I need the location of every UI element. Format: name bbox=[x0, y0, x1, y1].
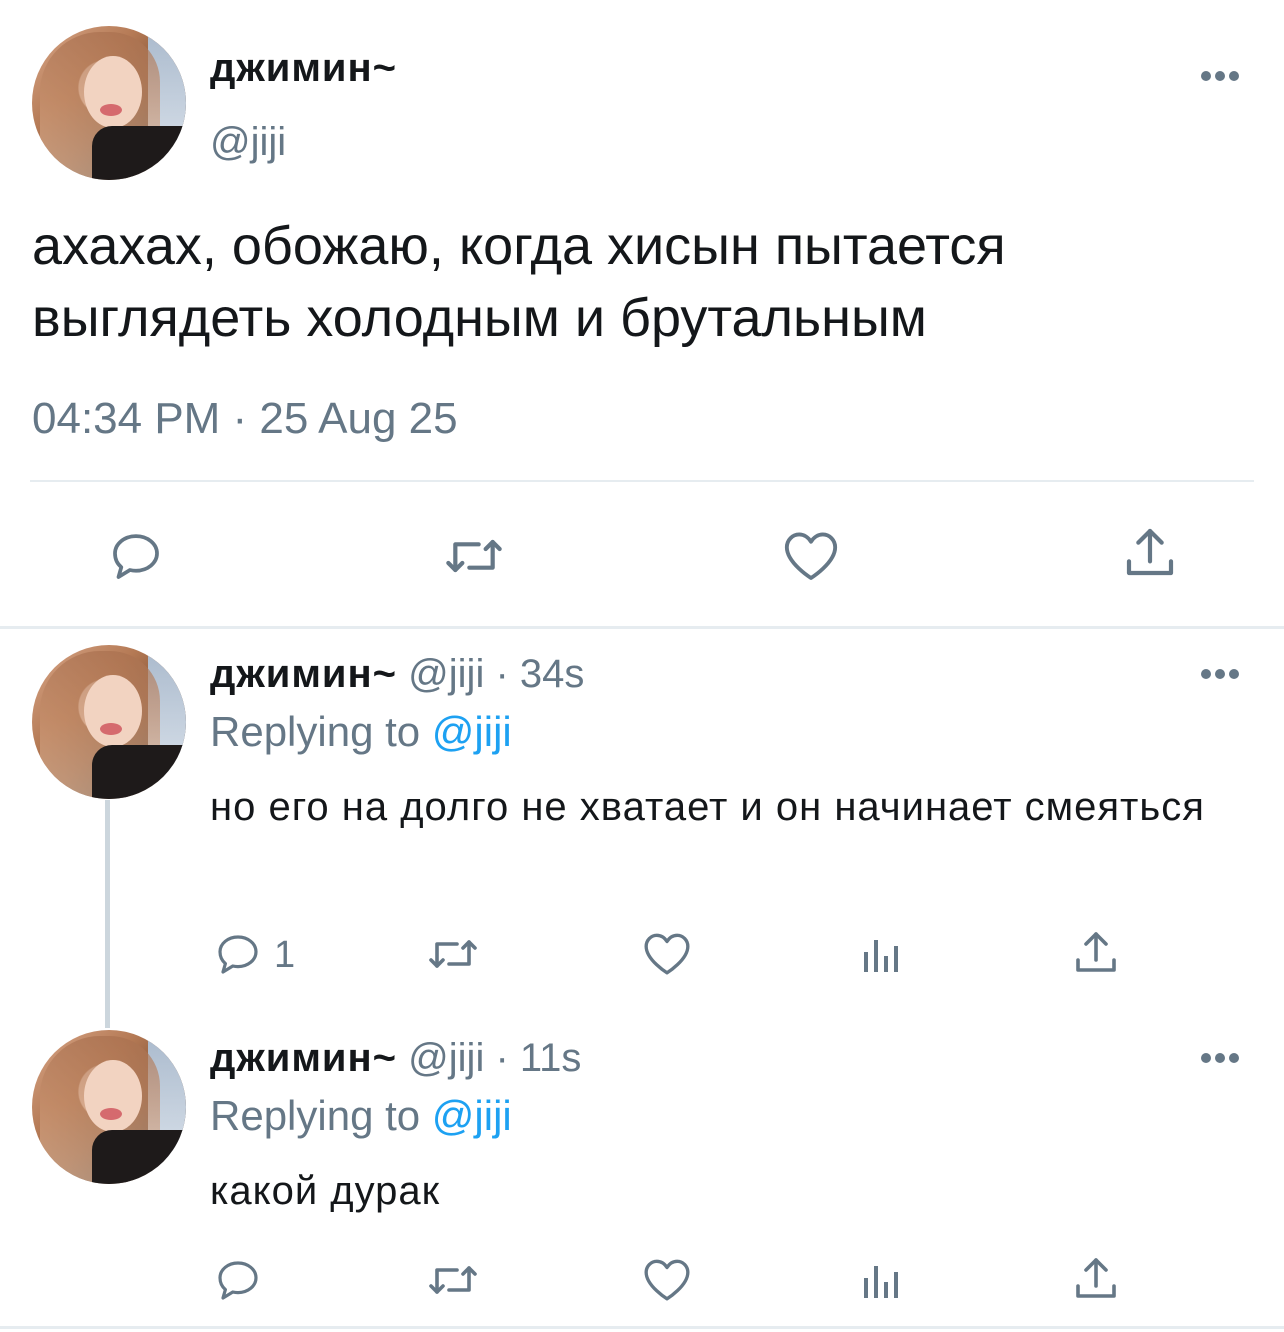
section-divider bbox=[0, 626, 1284, 629]
share-icon[interactable] bbox=[1072, 1254, 1120, 1302]
mention-link[interactable]: @jiji bbox=[432, 708, 512, 755]
share-icon[interactable] bbox=[1072, 928, 1120, 976]
reply-icon[interactable] bbox=[214, 930, 262, 978]
tweet-text: ахахах, обожаю, когда хисын пытается выг… bbox=[32, 216, 1006, 348]
reply-count: 1 bbox=[274, 934, 296, 976]
more-icon[interactable] bbox=[1200, 70, 1244, 82]
reply-icon[interactable] bbox=[214, 1256, 262, 1304]
author-handle[interactable]: @jiji bbox=[210, 120, 286, 165]
like-icon[interactable] bbox=[642, 930, 692, 976]
reply-author-name[interactable]: джимин~ bbox=[210, 652, 397, 696]
like-icon[interactable] bbox=[642, 1256, 692, 1302]
retweet-icon[interactable] bbox=[440, 528, 508, 584]
replying-to: Replying to @jiji bbox=[210, 708, 512, 756]
reply-author-name[interactable]: джимин~ bbox=[210, 1036, 397, 1080]
replying-to-label: Replying to bbox=[210, 1092, 432, 1139]
retweet-icon[interactable] bbox=[424, 930, 482, 978]
retweet-icon[interactable] bbox=[424, 1256, 482, 1304]
more-icon[interactable] bbox=[1200, 668, 1244, 680]
divider bbox=[30, 480, 1254, 482]
thread-connector bbox=[105, 800, 110, 1028]
replying-to: Replying to @jiji bbox=[210, 1092, 512, 1140]
reply-header[interactable]: джимин~ @jiji · 34s bbox=[210, 652, 584, 697]
analytics-icon[interactable] bbox=[860, 1258, 904, 1302]
tweet-timestamp[interactable]: 04:34 PM · 25 Aug 25 bbox=[32, 394, 458, 444]
replying-to-label: Replying to bbox=[210, 708, 432, 755]
reply-avatar[interactable] bbox=[32, 1030, 186, 1184]
reply-avatar[interactable] bbox=[32, 645, 186, 799]
reply-meta: @jiji · 11s bbox=[408, 1036, 582, 1080]
author-avatar[interactable] bbox=[32, 26, 186, 180]
bottom-divider bbox=[0, 1326, 1284, 1329]
reply-text: но его на долго не хватает и он начинает… bbox=[210, 785, 1205, 829]
like-icon[interactable] bbox=[782, 528, 840, 582]
reply-header[interactable]: джимин~ @jiji · 11s bbox=[210, 1036, 581, 1081]
author-name[interactable]: джимин~ bbox=[210, 46, 397, 91]
reply-meta: @jiji · 34s bbox=[408, 652, 585, 696]
more-icon[interactable] bbox=[1200, 1052, 1244, 1064]
reply-icon[interactable] bbox=[108, 528, 164, 584]
mention-link[interactable]: @jiji bbox=[432, 1092, 512, 1139]
reply-text: какой дурак bbox=[210, 1169, 441, 1213]
share-icon[interactable] bbox=[1122, 524, 1178, 580]
analytics-icon[interactable] bbox=[860, 932, 904, 976]
